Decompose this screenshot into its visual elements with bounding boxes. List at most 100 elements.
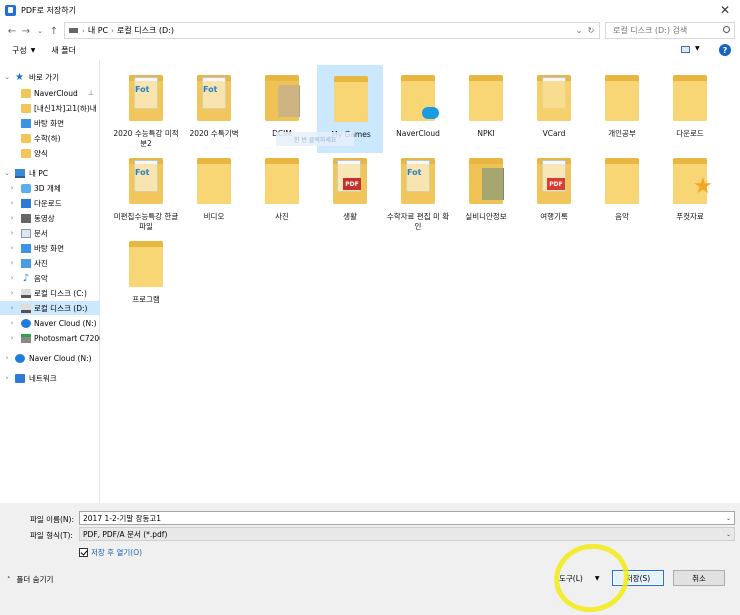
cloud-drive-icon <box>21 318 31 328</box>
folder-item-sylvanian-info[interactable]: 실비니안정보 <box>453 148 519 236</box>
sidebar-item-network[interactable]: › 네트워크 <box>0 371 100 385</box>
view-dropdown-caret-icon[interactable]: ▼ <box>695 45 700 52</box>
sidebar-item-documents[interactable]: › 문서 <box>0 226 100 240</box>
sidebar-item-naver-cloud-n[interactable]: › Naver Cloud (N:) <box>0 316 100 330</box>
3d-objects-icon <box>21 183 31 193</box>
folder-item-photos[interactable]: 사진 <box>249 148 315 236</box>
recent-locations-chevron-icon[interactable]: ⌄ <box>33 23 47 39</box>
filetype-select[interactable]: PDF, PDF/A 문서 (*.pdf) ⌄ <box>79 527 735 541</box>
sidebar-item-photosmart[interactable]: › Photosmart C7200 <box>0 331 100 345</box>
view-after-save-label[interactable]: 저장 후 열기(O) <box>91 547 142 558</box>
folder-icon <box>537 75 571 121</box>
chevron-right-icon[interactable]: › <box>8 229 16 237</box>
folder-item-label: 비디오 <box>203 212 225 221</box>
address-dropdown-chevron-icon[interactable]: ⌄ <box>573 24 585 37</box>
document-icon <box>21 228 31 238</box>
view-after-save-checkbox-row[interactable]: 저장 후 열기(O) <box>79 546 142 558</box>
pdf-folder-icon: PDF <box>537 158 571 204</box>
chevron-right-icon[interactable]: › <box>8 244 16 252</box>
chevron-right-icon[interactable]: › <box>8 259 16 267</box>
chevron-down-icon[interactable]: ⌄ <box>3 73 11 81</box>
sidebar-item-local-disk-c[interactable]: › 로컬 디스크 (C:) <box>0 286 100 300</box>
sidebar-item-desktop[interactable]: › 바탕 화면 <box>0 241 100 255</box>
search-box[interactable] <box>605 22 735 39</box>
folder-item-unedited-suneung[interactable]: Fot 미편집수능특강 한글파일 <box>113 148 179 236</box>
folder-item-npki[interactable]: NPKI <box>453 65 519 153</box>
folder-item-vcard[interactable]: VCard <box>521 65 587 153</box>
folder-item-life[interactable]: PDF 생활 <box>317 148 383 236</box>
filetype-dropdown-caret-icon[interactable]: ⌄ <box>726 531 731 538</box>
folder-item-label: 2020 수능특강 미적분2 <box>113 129 179 148</box>
music-icon: ♪ <box>22 272 30 284</box>
hide-folders-button[interactable]: ˄ 폴더 숨기기 <box>7 574 53 585</box>
address-bar[interactable]: › 내 PC › 로컬 디스크 (D:) ⌄ ↻ <box>64 22 600 39</box>
search-icon[interactable] <box>723 26 730 33</box>
chevron-right-icon[interactable]: › <box>111 27 114 35</box>
folder-item-video[interactable]: 비디오 <box>181 148 247 236</box>
folder-item-math-unconfirmed[interactable]: Fot 수학자료 편집 미 확인 <box>385 148 451 236</box>
chevron-right-icon[interactable]: › <box>8 334 16 342</box>
sidebar-item-label: NaverCloud <box>34 88 78 98</box>
breadcrumb-local-disk-d[interactable]: 로컬 디스크 (D:) <box>117 25 174 36</box>
up-arrow-icon[interactable]: ↑ <box>47 23 61 39</box>
folder-icon <box>334 76 368 122</box>
view-mode-icon[interactable] <box>681 46 690 53</box>
chevron-right-icon[interactable]: › <box>3 374 11 382</box>
chevron-down-icon[interactable]: ⌄ <box>3 169 11 177</box>
sidebar-item-naver-cloud-root[interactable]: › Naver Cloud (N:) <box>0 351 100 365</box>
back-arrow-icon[interactable]: ← <box>5 23 19 39</box>
sidebar-item-navercloud[interactable]: NaverCloud ⊥ <box>0 86 100 100</box>
sidebar-item-quick-access[interactable]: ⌄ ★ 바로 가기 <box>0 70 100 84</box>
chevron-right-icon[interactable]: › <box>8 184 16 192</box>
new-folder-button[interactable]: 새 폴더 <box>51 45 76 56</box>
sidebar-item-this-pc[interactable]: ⌄ 내 PC <box>0 166 100 180</box>
folder-item-label: 개인공부 <box>608 129 636 138</box>
folder-item-2020-suteuk[interactable]: Fot 2020 수특기벽 <box>181 65 247 153</box>
chevron-right-icon[interactable]: › <box>82 27 85 35</box>
refresh-icon[interactable]: ↻ <box>585 24 597 37</box>
sidebar-item-pictures[interactable]: › 사진 <box>0 256 100 270</box>
close-button[interactable]: ✕ <box>710 0 740 20</box>
chevron-right-icon[interactable]: › <box>8 214 16 222</box>
chevron-right-icon[interactable]: › <box>8 289 16 297</box>
save-button[interactable]: 저장(S) <box>612 570 664 586</box>
folder-item-programs[interactable]: 프로그램 <box>113 231 179 319</box>
sidebar-item-forms[interactable]: 양식 <box>0 146 100 160</box>
chevron-right-icon[interactable]: › <box>8 319 16 327</box>
cancel-button[interactable]: 취소 <box>673 570 725 586</box>
chevron-right-icon[interactable]: › <box>8 274 16 282</box>
help-icon[interactable]: ? <box>719 44 731 56</box>
folder-item-pucut-data[interactable]: ★ 푸컷자료 <box>657 148 723 236</box>
sidebar-item-music[interactable]: › ♪ 음악 <box>0 271 100 285</box>
sidebar-item-downloads[interactable]: › 다운로드 <box>0 196 100 210</box>
filename-dropdown-caret-icon[interactable]: ⌄ <box>726 515 731 522</box>
chevron-right-icon[interactable]: › <box>8 304 16 312</box>
chevron-right-icon[interactable]: › <box>8 199 16 207</box>
folder-item-downloads[interactable]: 다운로드 <box>657 65 723 153</box>
sidebar-item-local-disk-d[interactable]: › 로컬 디스크 (D:) <box>0 301 100 315</box>
forward-arrow-icon[interactable]: → <box>19 23 33 39</box>
breadcrumb-this-pc[interactable]: 내 PC <box>88 25 108 36</box>
sidebar-item-label: 음악 <box>34 273 48 283</box>
sidebar-item-3d-objects[interactable]: › 3D 개체 <box>0 181 100 195</box>
sidebar-item-videos[interactable]: › 동영상 <box>0 211 100 225</box>
folder-item-label: 여행기록 <box>540 212 568 221</box>
chevron-right-icon[interactable]: › <box>3 354 11 362</box>
folder-item-music[interactable]: 음악 <box>589 148 655 236</box>
sidebar-item-desktop-quick[interactable]: 바탕 화면 <box>0 116 100 130</box>
search-input[interactable] <box>613 26 718 35</box>
drive-icon <box>69 28 78 33</box>
organize-menu-button[interactable]: 구성 ▼ <box>12 45 35 56</box>
folder-item-2020-suneung-calculus[interactable]: Fot 2020 수능특강 미적분2 <box>113 65 179 153</box>
sidebar-item-math-ha[interactable]: 수학(하) <box>0 131 100 145</box>
sidebar-item-naesin[interactable]: [내신1차]고1(하)내 <box>0 101 100 115</box>
folder-item-travel-log[interactable]: PDF 여행기록 <box>521 148 587 236</box>
folder-item-navercloud[interactable]: NaverCloud <box>385 65 451 153</box>
folder-item-personal-study[interactable]: 개인공부 <box>589 65 655 153</box>
filename-field[interactable]: 2017 1-2-기말 장동고1 ⌄ <box>79 511 735 525</box>
sidebar-item-label: 문서 <box>34 228 48 238</box>
tools-menu-button[interactable]: 도구(L) ▼ <box>559 573 599 584</box>
star-folder-icon: ★ <box>673 158 713 204</box>
folder-icon <box>605 158 639 204</box>
view-after-save-checkbox[interactable] <box>79 547 88 557</box>
